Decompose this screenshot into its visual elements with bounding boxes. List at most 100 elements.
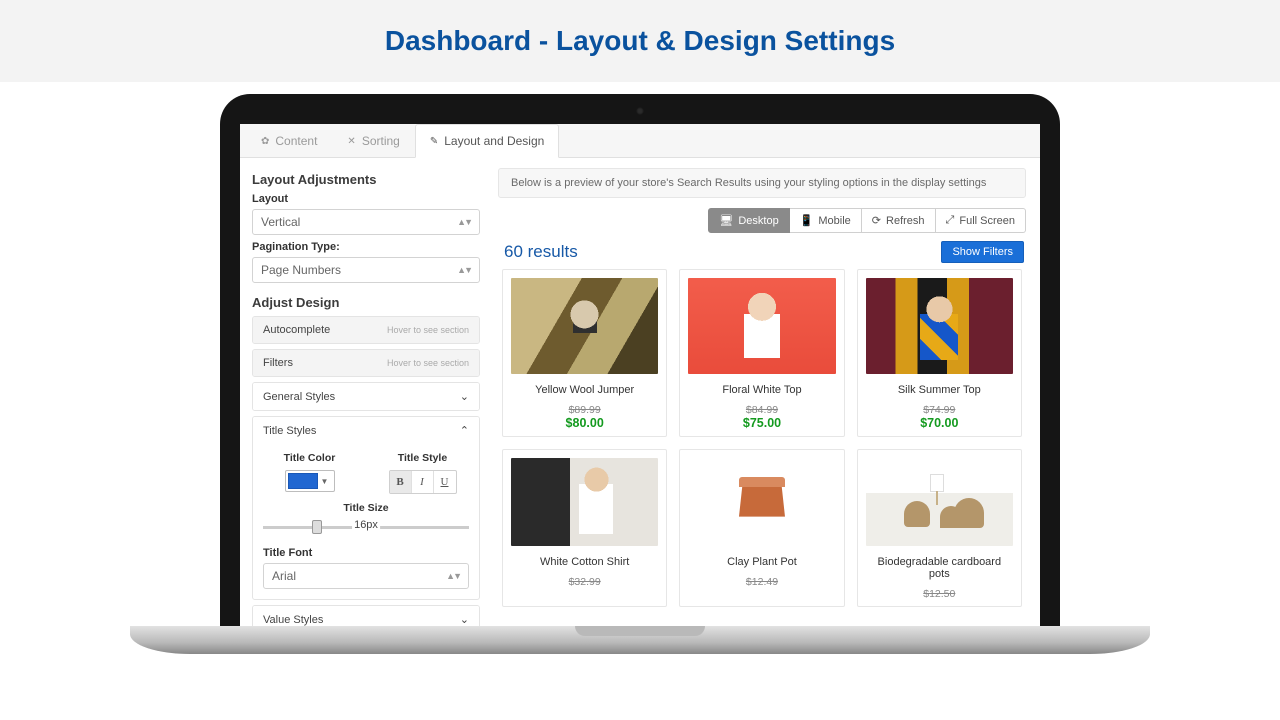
laptop-mockup: ✿ Content ✕ Sorting ✎ Layout and Design [0, 82, 1280, 720]
results-count: 60 results [504, 242, 578, 262]
tab-layout-design[interactable]: ✎ Layout and Design [415, 124, 559, 158]
page-banner: Dashboard - Layout & Design Settings [0, 0, 1280, 82]
button-label: Mobile [818, 215, 850, 227]
button-label: Desktop [738, 215, 778, 227]
show-filters-button[interactable]: Show Filters [941, 241, 1024, 263]
camera-icon [636, 107, 644, 115]
product-name: Yellow Wool Jumper [511, 384, 658, 396]
hover-hint: Hover to see section [387, 358, 469, 368]
panel-label: Title Styles [263, 425, 316, 437]
tab-content[interactable]: ✿ Content [246, 124, 332, 157]
settings-tabbar: ✿ Content ✕ Sorting ✎ Layout and Design [240, 124, 1040, 158]
product-old-price: $12.49 [688, 576, 835, 588]
product-image [688, 278, 835, 374]
panel-general-styles[interactable]: General Styles ⌄ [253, 383, 479, 410]
product-price: $75.00 [688, 416, 835, 430]
title-font-label: Title Font [263, 547, 469, 559]
info-banner: Below is a preview of your store's Searc… [498, 168, 1026, 198]
product-price: $80.00 [511, 416, 658, 430]
product-image [866, 458, 1013, 546]
product-old-price: $89.99 [511, 404, 658, 416]
caret-icon: ▲▼ [446, 571, 460, 581]
select-value: Page Numbers [261, 263, 341, 277]
title-styles-body: Title Color ▼ Title Style [253, 444, 479, 599]
product-name: Silk Summer Top [866, 384, 1013, 396]
tab-sorting[interactable]: ✕ Sorting [332, 124, 414, 157]
laptop-notch [575, 626, 705, 636]
app-screen: ✿ Content ✕ Sorting ✎ Layout and Design [240, 124, 1040, 654]
product-price: $70.00 [866, 416, 1013, 430]
panel-label: Filters [263, 357, 293, 369]
title-color-picker[interactable]: ▼ [285, 470, 335, 492]
layout-adjustments-title: Layout Adjustments [252, 172, 480, 187]
adjust-design-title: Adjust Design [252, 295, 480, 310]
product-old-price: $84.99 [688, 404, 835, 416]
laptop-base [130, 626, 1150, 654]
panel-filters[interactable]: Filters Hover to see section [253, 350, 479, 376]
title-style-label: Title Style [376, 452, 469, 464]
product-name: Biodegradable cardboard pots [866, 556, 1013, 580]
chevron-down-icon: ⌄ [460, 613, 469, 626]
product-card[interactable]: Yellow Wool Jumper $89.99 $80.00 [502, 269, 667, 437]
hover-hint: Hover to see section [387, 325, 469, 335]
caret-down-icon: ▼ [318, 477, 332, 486]
page-title: Dashboard - Layout & Design Settings [385, 25, 895, 57]
product-card[interactable]: Biodegradable cardboard pots $12.50 [857, 449, 1022, 607]
product-old-price: $32.99 [511, 576, 658, 588]
fullscreen-button[interactable]: ⤢ Full Screen [936, 208, 1026, 233]
layout-select[interactable]: Vertical ▲▼ [252, 209, 480, 235]
product-image [866, 278, 1013, 374]
laptop-bezel: ✿ Content ✕ Sorting ✎ Layout and Design [220, 94, 1060, 654]
brush-icon: ✎ [430, 136, 438, 147]
title-font-select[interactable]: Arial ▲▼ [263, 563, 469, 589]
underline-button[interactable]: U [434, 471, 456, 493]
product-card[interactable]: Floral White Top $84.99 $75.00 [679, 269, 844, 437]
panel-title-styles[interactable]: Title Styles ⌃ [253, 417, 479, 444]
expand-icon: ⤢ [946, 214, 955, 227]
button-label: Refresh [886, 215, 925, 227]
shuffle-icon: ✕ [347, 136, 355, 147]
preview-toolbar: 🖥 Desktop 📱 Mobile ⟳ Refresh [498, 208, 1026, 233]
chevron-up-icon: ⌃ [460, 424, 469, 437]
product-card[interactable]: Silk Summer Top $74.99 $70.00 [857, 269, 1022, 437]
chevron-down-icon: ⌄ [460, 390, 469, 403]
color-swatch [288, 473, 318, 489]
product-card[interactable]: Clay Plant Pot $12.49 [679, 449, 844, 607]
panel-label: General Styles [263, 391, 335, 403]
product-row: White Cotton Shirt $32.99 Clay Plant Pot… [498, 449, 1026, 607]
product-name: Clay Plant Pot [688, 556, 835, 568]
select-value: Vertical [261, 215, 300, 229]
product-name: White Cotton Shirt [511, 556, 658, 568]
button-label: Full Screen [959, 215, 1015, 227]
product-row: Yellow Wool Jumper $89.99 $80.00 Floral … [498, 269, 1026, 437]
select-value: Arial [272, 569, 296, 583]
refresh-icon: ⟳ [872, 214, 881, 227]
panel-label: Autocomplete [263, 324, 330, 336]
title-size-value: 16px [352, 519, 380, 531]
product-image [511, 458, 658, 546]
mobile-icon: 📱 [800, 214, 814, 227]
pagination-select[interactable]: Page Numbers ▲▼ [252, 257, 480, 283]
product-image [688, 458, 835, 546]
bold-button[interactable]: B [390, 471, 412, 493]
italic-button[interactable]: I [412, 471, 434, 493]
preview-pane: Below is a preview of your store's Searc… [492, 158, 1040, 654]
caret-icon: ▲▼ [457, 217, 471, 227]
product-old-price: $74.99 [866, 404, 1013, 416]
gear-icon: ✿ [261, 136, 269, 147]
tab-label: Content [275, 134, 317, 148]
product-name: Floral White Top [688, 384, 835, 396]
title-style-buttons: B I U [389, 470, 457, 494]
pagination-label: Pagination Type: [252, 241, 480, 253]
panel-autocomplete[interactable]: Autocomplete Hover to see section [253, 317, 479, 343]
monitor-icon: 🖥 [719, 214, 733, 227]
view-mobile-button[interactable]: 📱 Mobile [790, 208, 862, 233]
tab-label: Layout and Design [444, 134, 544, 148]
panel-label: Value Styles [263, 614, 323, 626]
layout-label: Layout [252, 193, 480, 205]
settings-sidebar: Layout Adjustments Layout Vertical ▲▼ Pa… [240, 158, 492, 654]
product-card[interactable]: White Cotton Shirt $32.99 [502, 449, 667, 607]
product-old-price: $12.50 [866, 588, 1013, 600]
refresh-button[interactable]: ⟳ Refresh [862, 208, 936, 233]
view-desktop-button[interactable]: 🖥 Desktop [708, 208, 789, 233]
